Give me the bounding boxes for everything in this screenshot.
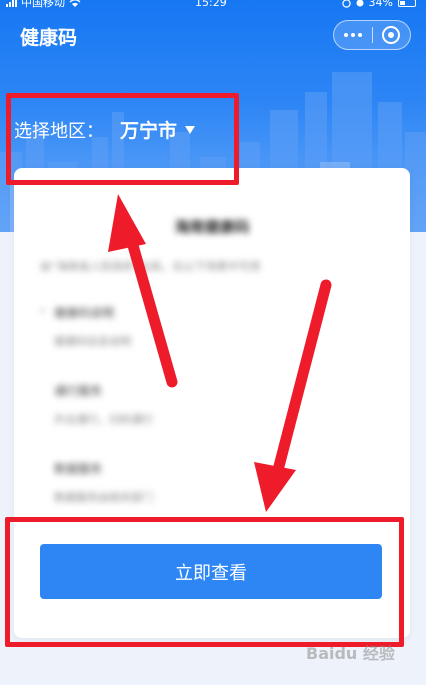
rule-desc: 数据服务由相关部门 [54, 491, 153, 504]
alarm-icon [356, 0, 364, 7]
more-button[interactable] [334, 21, 372, 49]
rule-desc: 健康码信息说明 [54, 335, 131, 348]
card-title: 海南健康码 [174, 218, 250, 236]
close-circle-icon [382, 26, 401, 44]
rule-item: 健康码说明 健康码信息说明 [54, 304, 374, 349]
bullet-dot [41, 309, 44, 312]
rule-title: 通行服务 [54, 384, 103, 398]
annotation-box-button [5, 517, 404, 647]
close-button[interactable] [372, 21, 410, 49]
rule-title: 健康码说明 [54, 306, 115, 320]
wifi-icon [69, 0, 81, 7]
dot-icon [343, 33, 348, 37]
lock-rotation-icon [341, 0, 351, 8]
battery-percent: 34% [368, 0, 393, 9]
watermark: Baidu 经验 [306, 644, 395, 663]
dot-icon [357, 33, 362, 37]
battery-icon [398, 0, 416, 7]
page-title: 健康码 [20, 27, 78, 49]
dot-icon [350, 33, 355, 37]
carrier-name: 中国移动 [21, 0, 65, 9]
rule-title: 数据服务 [54, 462, 103, 476]
status-time: 15:29 [195, 0, 227, 9]
rule-desc: 外出通行，扫码通行 [54, 413, 153, 426]
rule-item: 通行服务 外出通行，扫码通行 [54, 382, 374, 427]
signal-icon [6, 0, 17, 7]
rule-item: 数据服务 数据服务由相关部门 [54, 460, 374, 505]
mini-program-capsule [333, 20, 411, 50]
card-description: 由“海南省人民政府”出具，在以下场景中可用 [40, 260, 261, 273]
annotation-box-region [6, 93, 239, 185]
status-bar: 中国移动 15:29 34% [0, 0, 426, 14]
